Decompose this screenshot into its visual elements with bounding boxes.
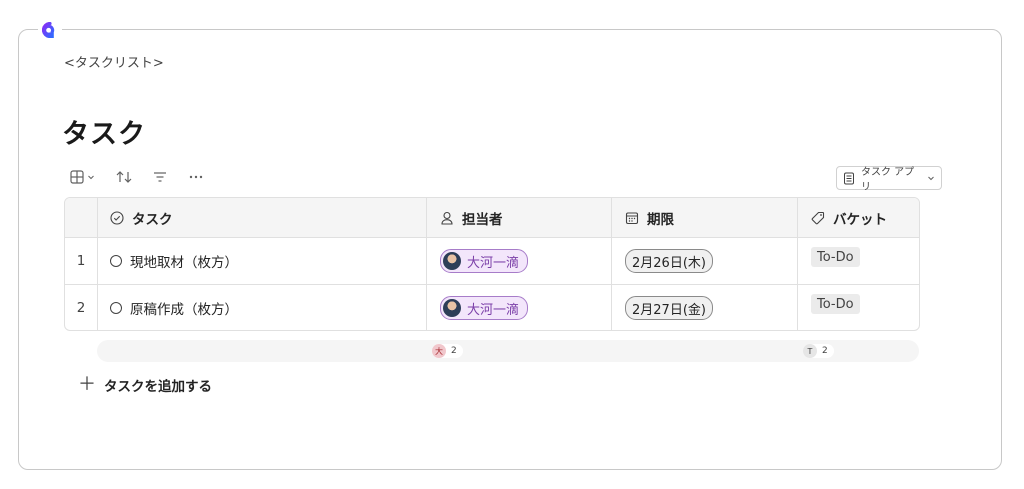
avatar [443,252,461,270]
avatar [443,299,461,317]
bucket-tag[interactable]: To-Do [811,294,860,314]
column-header-label: 期限 [647,211,674,228]
column-header-label: 担当者 [462,211,503,228]
app-button-label: タスク アプリ [861,167,915,193]
filter-button[interactable] [149,166,171,188]
task-title[interactable]: 現地取材（枚方） [130,251,238,271]
table-header-row: タスク 担当者 期限 バケット [65,198,919,238]
owner-name: 大河一滴 [467,255,520,271]
more-icon [189,175,203,179]
due-date-pill[interactable]: 2月26日(木) [625,249,713,273]
table-toolbar [66,166,207,188]
complete-task-checkbox[interactable] [110,302,122,314]
view-switch-button[interactable] [66,166,99,188]
task-cell[interactable]: 原稿作成（枚方） [98,285,427,330]
owner-pill[interactable]: 大河一滴 [440,296,529,320]
add-task-button[interactable]: ＋ タスクを追加する [78,374,212,396]
chevron-down-icon [927,174,935,182]
due-cell[interactable]: 2月26日(木) [612,238,798,284]
due-date-pill[interactable]: 2月27日(金) [625,296,713,320]
column-header-bucket[interactable]: バケット [798,198,919,237]
sort-arrows-icon [115,170,133,184]
more-options-button[interactable] [185,166,207,188]
table-row[interactable]: 2 原稿作成（枚方） 大河一滴 2月27日(金) To-Do [65,285,919,330]
table-row[interactable]: 1 現地取材（枚方） 大河一滴 2月26日(木) To-Do [65,238,919,285]
person-icon [440,211,454,225]
app-document-icon [843,172,855,185]
task-title[interactable]: 原稿作成（枚方） [130,298,238,318]
check-circle-icon [110,210,124,225]
bucket-tag[interactable]: To-Do [811,247,860,267]
due-cell[interactable]: 2月27日(金) [612,285,798,330]
row-number-header [65,198,98,237]
task-table: タスク 担当者 期限 バケット 1 現地取材（枚方） 大河一滴 2月26日(木)… [64,197,920,331]
owner-summary-count: 2 [451,346,457,356]
page-title: タスク [62,119,146,150]
owner-cell[interactable]: 大河一滴 [427,285,612,330]
complete-task-checkbox[interactable] [110,255,122,267]
owner-initial-avatar: 大 [432,344,446,358]
column-header-label: タスク [132,211,173,228]
task-cell[interactable]: 現地取材（枚方） [98,238,427,284]
row-number: 1 [65,238,98,284]
owner-cell[interactable]: 大河一滴 [427,238,612,284]
loop-logo-icon [38,20,62,40]
calendar-icon [625,211,639,225]
column-header-owner[interactable]: 担当者 [427,198,612,237]
tag-icon [811,211,825,225]
column-header-due[interactable]: 期限 [612,198,798,237]
row-number: 2 [65,285,98,330]
breadcrumb[interactable]: <タスクリスト> [64,52,164,71]
owner-summary-chip[interactable]: 大 2 [432,344,463,358]
filter-icon [153,171,167,183]
bucket-summary-count: 2 [822,346,828,356]
summary-row: 大 2 T 2 [97,340,919,362]
column-header-label: バケット [833,211,887,228]
owner-name: 大河一滴 [467,302,520,318]
add-task-label: タスクを追加する [104,379,212,395]
grid-icon [70,170,84,184]
column-header-task[interactable]: タスク [98,198,427,237]
bucket-cell[interactable]: To-Do [798,285,919,330]
bucket-cell[interactable]: To-Do [798,238,919,284]
bucket-initial-avatar: T [803,344,817,358]
chevron-down-icon [87,173,95,181]
sort-button[interactable] [111,166,137,188]
open-tasks-app-button[interactable]: タスク アプリ [836,166,942,193]
owner-pill[interactable]: 大河一滴 [440,249,529,273]
plus-icon: ＋ [78,374,96,395]
bucket-summary-chip[interactable]: T 2 [803,344,834,358]
